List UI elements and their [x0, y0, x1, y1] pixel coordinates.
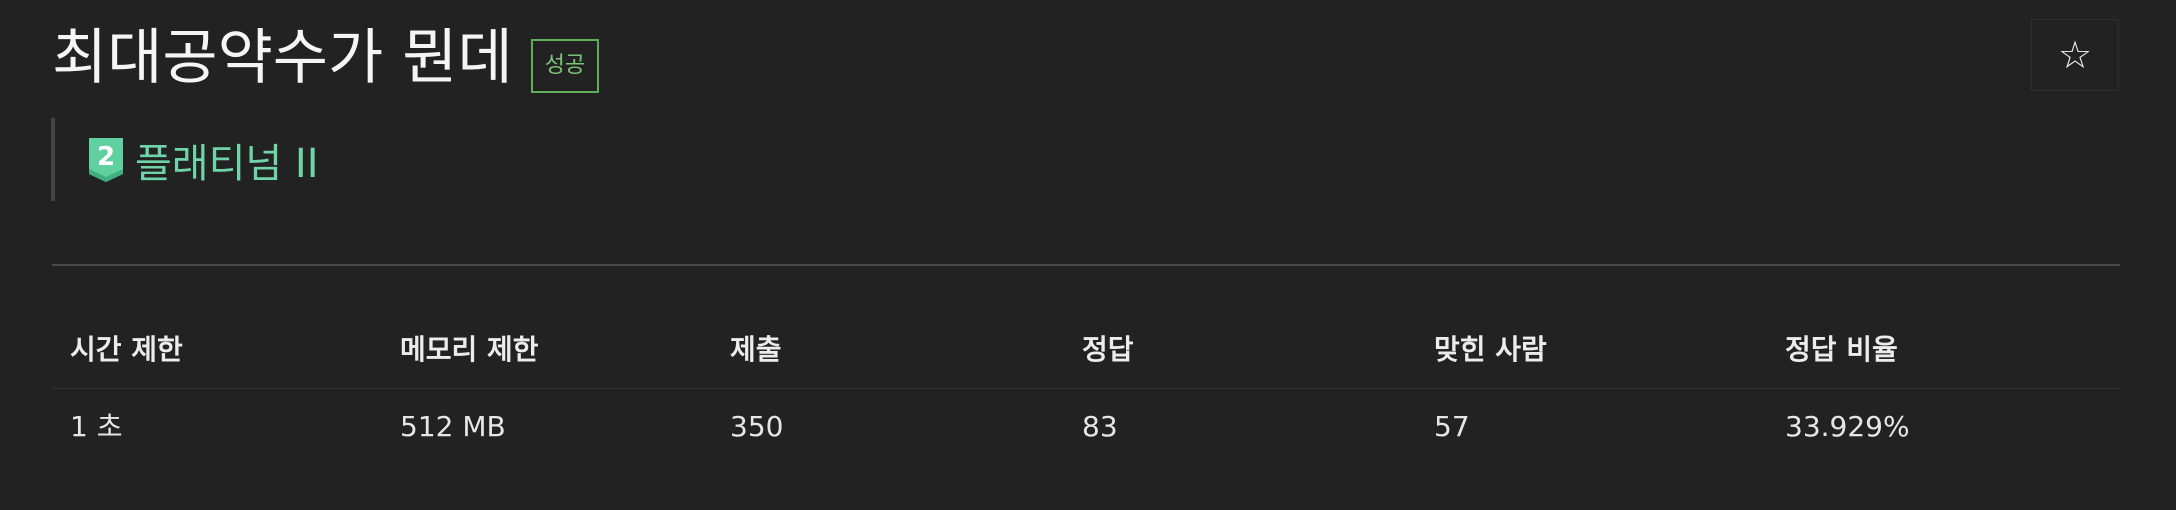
- value-time-limit: 1 초: [70, 410, 123, 443]
- value-accept-ratio: 33.929%: [1785, 410, 1910, 443]
- header-accepted: 정답: [1082, 333, 1134, 366]
- tier-label: 플래티넘 II: [135, 140, 319, 187]
- stats-header-row: 시간 제한 메모리 제한 제출 정답 맞힌 사람 정답 비율: [52, 312, 2120, 389]
- value-submissions: 350: [730, 410, 784, 443]
- favorite-button[interactable]: ☆: [2031, 19, 2119, 91]
- value-accepted: 83: [1082, 410, 1118, 443]
- problem-stats-table: 시간 제한 메모리 제한 제출 정답 맞힌 사람 정답 비율 1 초 512 M…: [52, 312, 2120, 465]
- header-submissions: 제출: [730, 333, 782, 366]
- header-accept-ratio: 정답 비율: [1785, 333, 1898, 366]
- value-memory-limit: 512 MB: [400, 410, 506, 443]
- stats-value-row: 1 초 512 MB 350 83 57 33.929%: [52, 389, 2120, 465]
- tier-block: 2 플래티넘 II: [51, 118, 319, 201]
- value-solved-users: 57: [1434, 410, 1470, 443]
- star-icon: ☆: [2057, 33, 2093, 77]
- header-solved-users: 맞힌 사람: [1434, 333, 1547, 366]
- problem-header-page: 최대공약수가 뭔데 성공 ☆ 2 플래티넘 II 시간 제한 메모리 제한 제출…: [0, 0, 2176, 510]
- header-time-limit: 시간 제한: [70, 333, 183, 366]
- header-memory-limit: 메모리 제한: [400, 333, 539, 366]
- tier-number: 2: [97, 142, 115, 172]
- problem-title: 최대공약수가 뭔데: [52, 23, 513, 93]
- platinum-tier-icon: 2: [89, 137, 123, 182]
- section-divider: [52, 264, 2120, 266]
- title-row: 최대공약수가 뭔데 성공: [52, 18, 600, 98]
- status-badge: 성공: [530, 39, 600, 93]
